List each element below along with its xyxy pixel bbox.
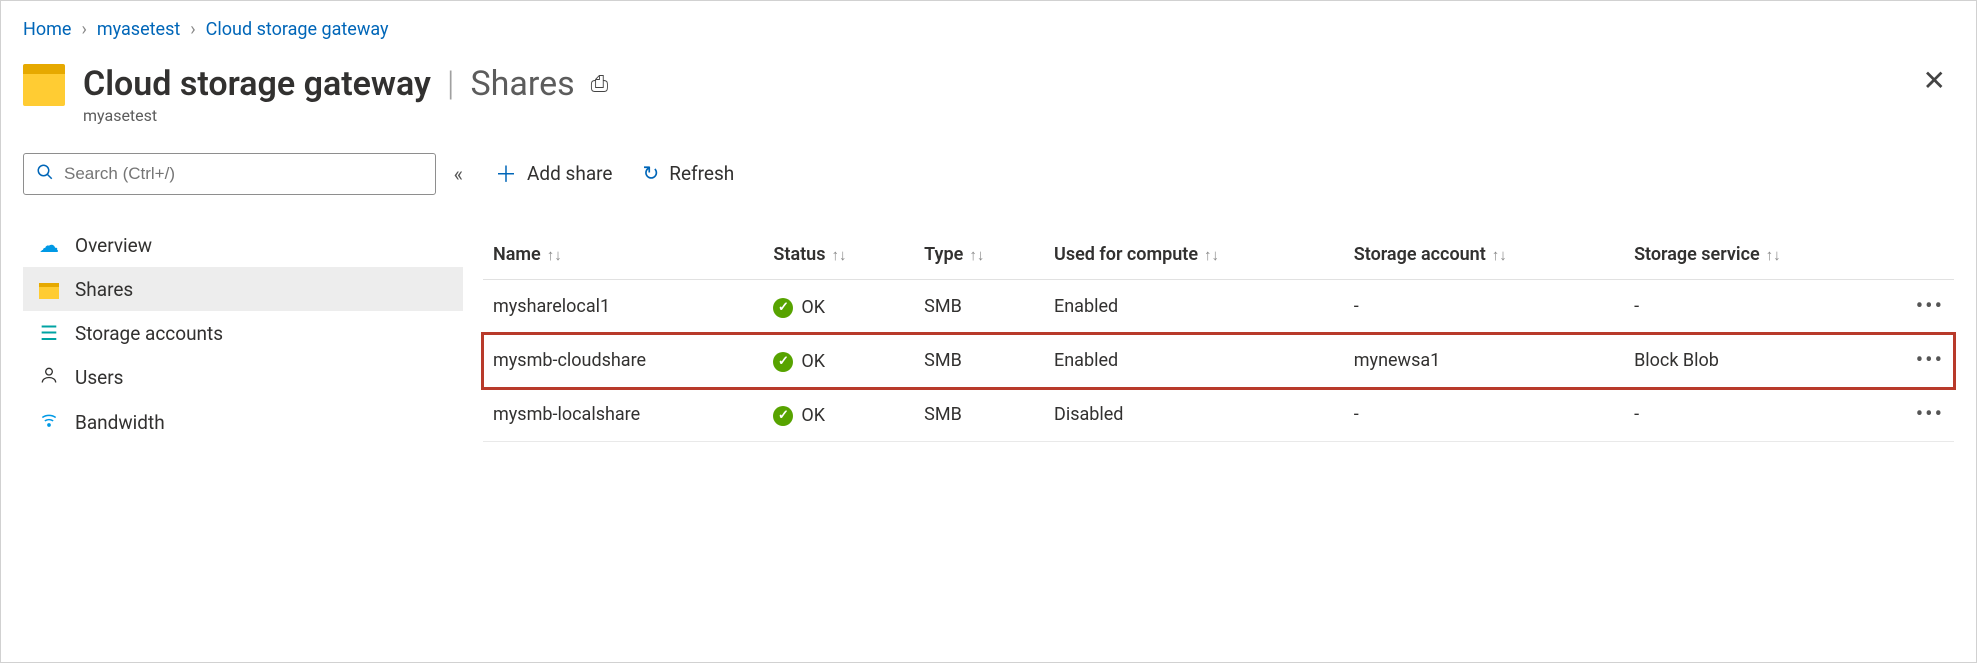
col-account[interactable]: Storage account↑↓ (1344, 230, 1624, 280)
folder-icon (23, 64, 65, 106)
cell-compute: Enabled (1044, 334, 1344, 388)
cell-service: - (1624, 388, 1894, 442)
col-name[interactable]: Name↑↓ (483, 230, 763, 280)
chevron-right-icon: › (190, 19, 195, 40)
cell-service: Block Blob (1624, 334, 1894, 388)
plus-icon: ＋ (495, 157, 517, 189)
sidebar-item-overview[interactable]: ☁ Overview (23, 223, 463, 267)
title-separator: | (447, 64, 455, 104)
sort-icon: ↑↓ (547, 246, 562, 264)
command-bar: ＋ Add share ↻ Refresh (483, 153, 1954, 210)
cell-name: mysmb-cloudshare (483, 334, 763, 388)
cell-status: ✓OK (763, 280, 914, 334)
sidebar-item-label: Users (75, 366, 123, 389)
breadcrumb-home[interactable]: Home (23, 19, 71, 40)
success-icon: ✓ (773, 406, 793, 426)
breadcrumb-resource[interactable]: myasetest (97, 19, 180, 40)
col-status[interactable]: Status↑↓ (763, 230, 914, 280)
cell-type: SMB (914, 388, 1044, 442)
add-share-button[interactable]: ＋ Add share (495, 157, 613, 189)
sidebar-nav: ☁ Overview Shares ☰ Storage accounts Use… (23, 223, 463, 445)
col-service[interactable]: Storage service↑↓ (1624, 230, 1894, 280)
success-icon: ✓ (773, 352, 793, 372)
refresh-label: Refresh (669, 162, 734, 185)
cell-account: - (1344, 388, 1624, 442)
sidebar-item-label: Overview (75, 234, 152, 257)
row-menu-icon[interactable]: ••• (1916, 402, 1944, 427)
print-icon[interactable]: ⎙ (591, 72, 609, 97)
sidebar: « ☁ Overview Shares ☰ Storage accounts U… (23, 153, 463, 445)
table-row[interactable]: mysmb-localshare✓OKSMBDisabled--••• (483, 388, 1954, 442)
sidebar-item-label: Shares (75, 278, 133, 301)
sort-icon: ↑↓ (1204, 246, 1219, 264)
sort-icon: ↑↓ (831, 246, 846, 264)
cell-status: ✓OK (763, 388, 914, 442)
search-box[interactable] (23, 153, 436, 195)
cell-type: SMB (914, 334, 1044, 388)
sidebar-item-label: Storage accounts (75, 322, 223, 345)
cell-name: mysmb-localshare (483, 388, 763, 442)
page-section: Shares (470, 64, 574, 104)
cell-status: ✓OK (763, 334, 914, 388)
row-menu-icon[interactable]: ••• (1916, 294, 1944, 319)
sidebar-item-storage-accounts[interactable]: ☰ Storage accounts (23, 311, 463, 355)
breadcrumb: Home › myasetest › Cloud storage gateway (23, 19, 1954, 40)
col-type[interactable]: Type↑↓ (914, 230, 1044, 280)
chevron-right-icon: › (81, 19, 86, 40)
table-row[interactable]: mysharelocal1✓OKSMBEnabled--••• (483, 280, 1954, 334)
cell-name: mysharelocal1 (483, 280, 763, 334)
refresh-icon: ↻ (643, 161, 660, 185)
sort-icon: ↑↓ (969, 246, 984, 264)
wifi-icon (37, 410, 61, 435)
main-content: ＋ Add share ↻ Refresh Name↑↓ Status↑↓ Ty… (483, 153, 1954, 442)
cell-service: - (1624, 280, 1894, 334)
table-row[interactable]: mysmb-cloudshare✓OKSMBEnabledmynewsa1Blo… (483, 334, 1954, 388)
collapse-sidebar-icon[interactable]: « (454, 162, 463, 186)
close-icon[interactable]: ✕ (1923, 64, 1946, 97)
sort-icon: ↑↓ (1492, 246, 1507, 264)
refresh-button[interactable]: ↻ Refresh (643, 161, 735, 185)
sidebar-item-users[interactable]: Users (23, 355, 463, 400)
user-icon (37, 365, 61, 390)
cell-account: - (1344, 280, 1624, 334)
cell-account: mynewsa1 (1344, 334, 1624, 388)
cell-compute: Enabled (1044, 280, 1344, 334)
sort-icon: ↑↓ (1766, 246, 1781, 264)
cloud-icon: ☁ (37, 233, 61, 257)
breadcrumb-page[interactable]: Cloud storage gateway (206, 19, 389, 40)
success-icon: ✓ (773, 298, 793, 318)
sidebar-item-label: Bandwidth (75, 411, 165, 434)
page-title: Cloud storage gateway (83, 64, 431, 104)
folder-icon (37, 277, 61, 301)
search-input[interactable] (64, 164, 423, 184)
col-compute[interactable]: Used for compute↑↓ (1044, 230, 1344, 280)
cell-type: SMB (914, 280, 1044, 334)
sidebar-item-bandwidth[interactable]: Bandwidth (23, 400, 463, 445)
page-subtitle: myasetest (83, 106, 1905, 125)
row-menu-icon[interactable]: ••• (1916, 348, 1944, 373)
search-icon (36, 163, 54, 186)
cell-compute: Disabled (1044, 388, 1344, 442)
add-share-label: Add share (527, 162, 612, 185)
sidebar-item-shares[interactable]: Shares (23, 267, 463, 311)
page-header: Cloud storage gateway | Shares ⎙ myasete… (23, 64, 1954, 125)
shares-table: Name↑↓ Status↑↓ Type↑↓ Used for compute↑… (483, 230, 1954, 442)
storage-icon: ☰ (37, 321, 61, 345)
